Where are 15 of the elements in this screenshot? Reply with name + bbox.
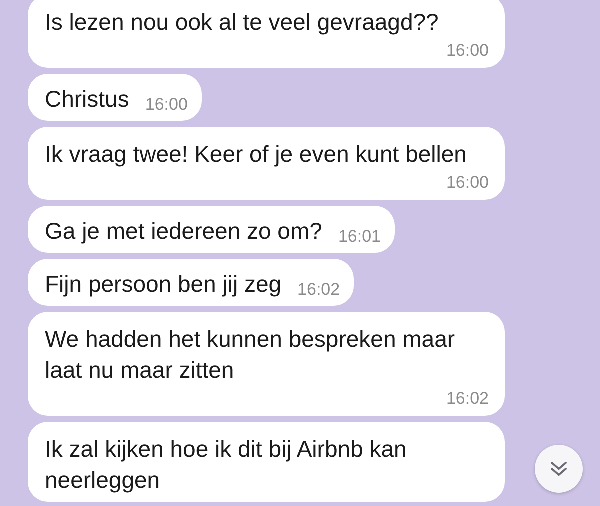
scroll-down-button[interactable] — [535, 445, 583, 493]
message-text: We hadden het kunnen bespreken maar laat nu maar zitten — [45, 325, 456, 385]
message-text: Ga je met iedereen zo om? — [45, 217, 322, 246]
message-time: 16:02 — [298, 279, 340, 301]
message-time: 16:01 — [338, 226, 381, 248]
message-text: Christus — [45, 85, 130, 114]
message-time: 16:00 — [145, 94, 188, 116]
message-text: Ik zal kijken hoe ik dit bij Airbnb kan neerleggen — [45, 435, 408, 495]
double-chevron-down-icon — [549, 460, 569, 478]
message-time: 16:02 — [446, 388, 489, 410]
message-text: Fijn persoon ben jij zeg — [45, 270, 282, 299]
message-text: Ik vraag twee! Keer of je even kunt bellen — [45, 140, 468, 169]
message-text: Is lezen nou ook al te veel gevraagd?? — [45, 8, 440, 37]
message-time: 16:00 — [446, 40, 489, 62]
message-time: 16:00 — [446, 172, 489, 194]
